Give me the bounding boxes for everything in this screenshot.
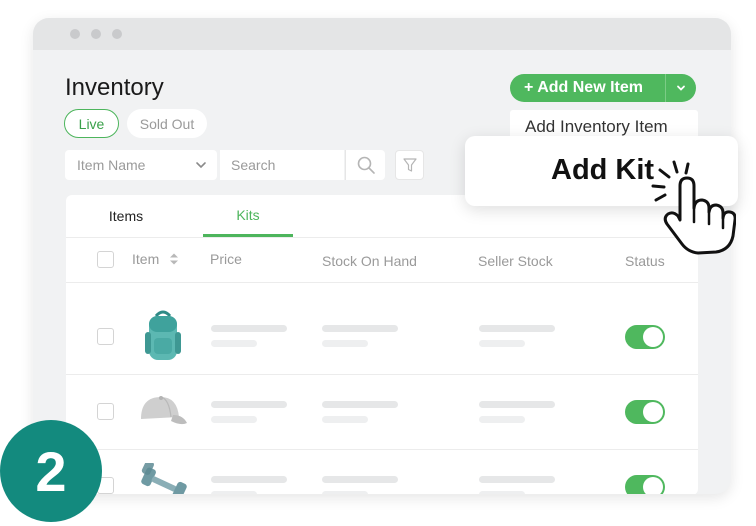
seller-stock-placeholder xyxy=(479,491,525,494)
tab-items[interactable]: Items xyxy=(94,195,158,237)
status-toggle[interactable] xyxy=(625,325,665,349)
seller-stock-placeholder xyxy=(479,340,525,347)
add-kit-label: Add Kit xyxy=(551,154,655,186)
search-input[interactable]: Search xyxy=(220,150,344,180)
window-dot-icon xyxy=(70,29,80,39)
price-placeholder xyxy=(211,491,257,494)
row-divider xyxy=(66,449,698,450)
chevron-down-icon xyxy=(196,162,206,169)
add-new-item-label: + Add New Item xyxy=(524,79,643,96)
column-header-price: Price xyxy=(210,251,242,267)
search-icon xyxy=(357,156,375,174)
status-toggle[interactable] xyxy=(625,400,665,424)
stock-placeholder xyxy=(322,491,368,494)
row-checkbox[interactable] xyxy=(97,328,114,345)
pointer-hand-icon xyxy=(651,160,736,255)
page-title: Inventory xyxy=(65,74,164,101)
stock-placeholder xyxy=(322,476,398,483)
header-divider xyxy=(66,282,698,283)
column-header-stock-on-hand: Stock On Hand xyxy=(322,253,417,269)
tab-kits[interactable]: Kits xyxy=(203,195,293,237)
seller-stock-placeholder xyxy=(479,401,555,408)
toggle-knob xyxy=(643,327,663,347)
backpack-icon xyxy=(145,310,181,360)
stock-placeholder xyxy=(322,325,398,332)
app-window: Inventory Live Sold Out Item Name Search… xyxy=(33,18,731,494)
seller-stock-placeholder xyxy=(479,416,525,423)
search-button[interactable] xyxy=(345,150,385,180)
step-number-badge: 2 xyxy=(0,420,102,522)
price-placeholder xyxy=(211,325,287,332)
stock-placeholder xyxy=(322,401,398,408)
dumbbell-icon xyxy=(141,463,187,494)
window-dot-icon xyxy=(112,29,122,39)
window-dot-icon xyxy=(91,29,101,39)
search-field-select-value: Item Name xyxy=(77,157,146,173)
filter-live-button[interactable]: Live xyxy=(64,109,119,138)
funnel-icon xyxy=(402,158,417,172)
filter-sold-out-button[interactable]: Sold Out xyxy=(127,109,207,138)
row-divider xyxy=(66,374,698,375)
cap-icon xyxy=(141,396,187,425)
chevron-down-icon xyxy=(677,85,685,91)
toggle-knob xyxy=(643,402,663,422)
search-field-select[interactable]: Item Name xyxy=(65,150,217,180)
inventory-table-card: Items Kits Item Price Stock On Hand Sell… xyxy=(66,195,698,494)
stock-placeholder xyxy=(322,340,368,347)
price-placeholder xyxy=(211,340,257,347)
add-new-item-button[interactable]: + Add New Item xyxy=(510,74,696,102)
add-menu-toggle[interactable] xyxy=(666,82,696,94)
column-header-seller-stock: Seller Stock xyxy=(478,253,553,269)
column-header-item[interactable]: Item xyxy=(132,251,179,267)
price-placeholder xyxy=(211,476,287,483)
seller-stock-placeholder xyxy=(479,325,555,332)
status-toggle[interactable] xyxy=(625,475,665,494)
toggle-knob xyxy=(643,477,663,494)
row-checkbox[interactable] xyxy=(97,403,114,420)
price-placeholder xyxy=(211,416,257,423)
filter-button[interactable] xyxy=(395,150,424,180)
select-all-checkbox[interactable] xyxy=(97,251,114,268)
price-placeholder xyxy=(211,401,287,408)
stock-placeholder xyxy=(322,416,368,423)
seller-stock-placeholder xyxy=(479,476,555,483)
sort-icon xyxy=(170,253,179,265)
window-titlebar xyxy=(33,18,731,50)
tab-divider xyxy=(66,237,698,238)
